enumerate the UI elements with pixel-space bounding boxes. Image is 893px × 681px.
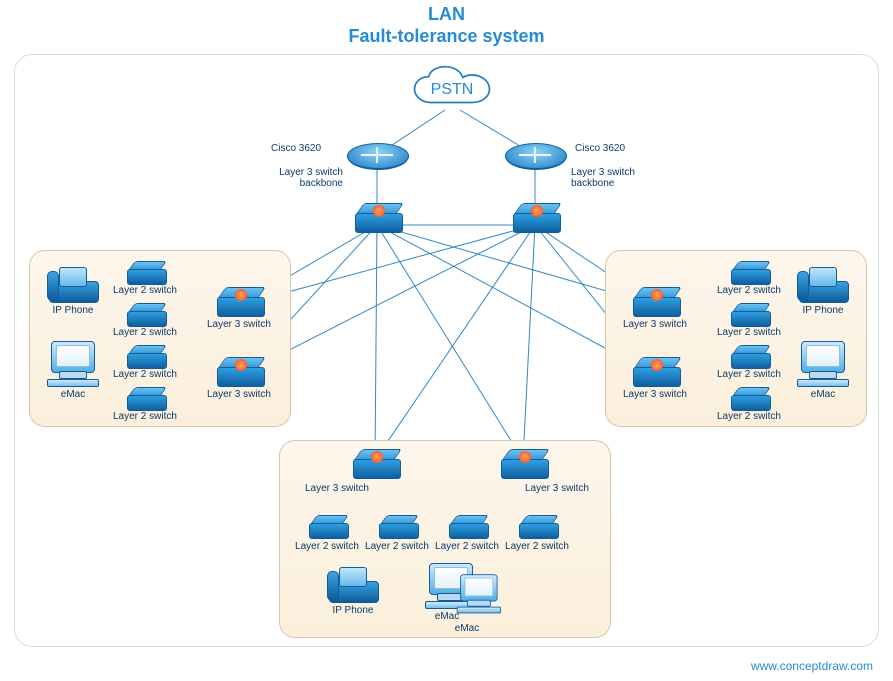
l2-left-4-label: Layer 2 switch <box>113 411 177 422</box>
l2-left-3-label: Layer 2 switch <box>113 369 177 380</box>
ipphone-right-label: IP Phone <box>773 305 873 316</box>
ipphone-bottom-icon <box>329 567 377 603</box>
l2-right-3-icon <box>731 345 769 369</box>
l2-left-2-icon <box>127 303 165 327</box>
emac-bottom-1-label: eMac <box>397 611 497 622</box>
l3-backbone-left-icon <box>355 203 401 233</box>
l3-backbone-right-label: Layer 3 switchbackbone <box>571 167 635 189</box>
l3-left-1-label: Layer 3 switch <box>207 319 271 330</box>
emac-left-label: eMac <box>23 389 123 400</box>
l2-bottom-2-icon <box>379 515 417 539</box>
l2-bottom-1-icon <box>309 515 347 539</box>
router-left-label: Cisco 3620 <box>271 143 321 154</box>
l2-right-1-icon <box>731 261 769 285</box>
l2-bottom-3-icon <box>449 515 487 539</box>
outer-panel: PSTN Cisco 3620 Cisco 3620 Layer 3 switc… <box>14 54 879 647</box>
l3-backbone-left-label: Layer 3 switchbackbone <box>263 167 343 189</box>
l3-right-1-label: Layer 3 switch <box>623 319 687 330</box>
emac-bottom-2-label: eMac <box>417 623 517 634</box>
l3-bottom-1-label: Layer 3 switch <box>305 483 369 494</box>
l3-left-1-icon <box>217 287 263 317</box>
l2-right-1-label: Layer 2 switch <box>717 285 781 296</box>
title-line1: LAN <box>0 4 893 25</box>
router-left-icon <box>347 143 407 179</box>
emac-bottom-2-icon <box>457 574 500 611</box>
l2-right-4-label: Layer 2 switch <box>717 411 781 422</box>
ipphone-bottom-label: IP Phone <box>303 605 403 616</box>
emac-right-label: eMac <box>773 389 873 400</box>
l2-right-3-label: Layer 2 switch <box>717 369 781 380</box>
pstn-cloud-icon: PSTN <box>407 65 497 115</box>
l3-right-1-icon <box>633 287 679 317</box>
l3-bottom-1-icon <box>353 449 399 479</box>
ipphone-left-icon <box>49 267 97 303</box>
l3-bottom-2-icon <box>501 449 547 479</box>
router-right-icon <box>505 143 565 179</box>
l2-bottom-4-icon <box>519 515 557 539</box>
ipphone-right-icon <box>799 267 847 303</box>
emac-left-icon <box>47 341 97 385</box>
l2-left-3-icon <box>127 345 165 369</box>
ipphone-left-label: IP Phone <box>23 305 123 316</box>
l2-right-4-icon <box>731 387 769 411</box>
l2-right-2-icon <box>731 303 769 327</box>
l3-right-2-label: Layer 3 switch <box>623 389 687 400</box>
l2-bottom-4-label: Layer 2 switch <box>487 541 587 552</box>
l3-backbone-right-icon <box>513 203 559 233</box>
l2-left-1-icon <box>127 261 165 285</box>
footer-link[interactable]: www.conceptdraw.com <box>751 659 873 673</box>
l3-left-2-icon <box>217 357 263 387</box>
l3-left-2-label: Layer 3 switch <box>207 389 271 400</box>
l3-right-2-icon <box>633 357 679 387</box>
title-line2: Fault-tolerance system <box>0 26 893 47</box>
l2-right-2-label: Layer 2 switch <box>717 327 781 338</box>
l2-left-4-icon <box>127 387 165 411</box>
l2-left-1-label: Layer 2 switch <box>113 285 177 296</box>
diagram-canvas: LAN Fault-tolerance system www.conceptdr… <box>0 0 893 681</box>
router-right-label: Cisco 3620 <box>575 143 625 154</box>
l3-bottom-2-label: Layer 3 switch <box>525 483 589 494</box>
emac-right-icon <box>797 341 847 385</box>
pstn-cloud-label: PSTN <box>407 81 497 99</box>
l2-left-2-label: Layer 2 switch <box>113 327 177 338</box>
